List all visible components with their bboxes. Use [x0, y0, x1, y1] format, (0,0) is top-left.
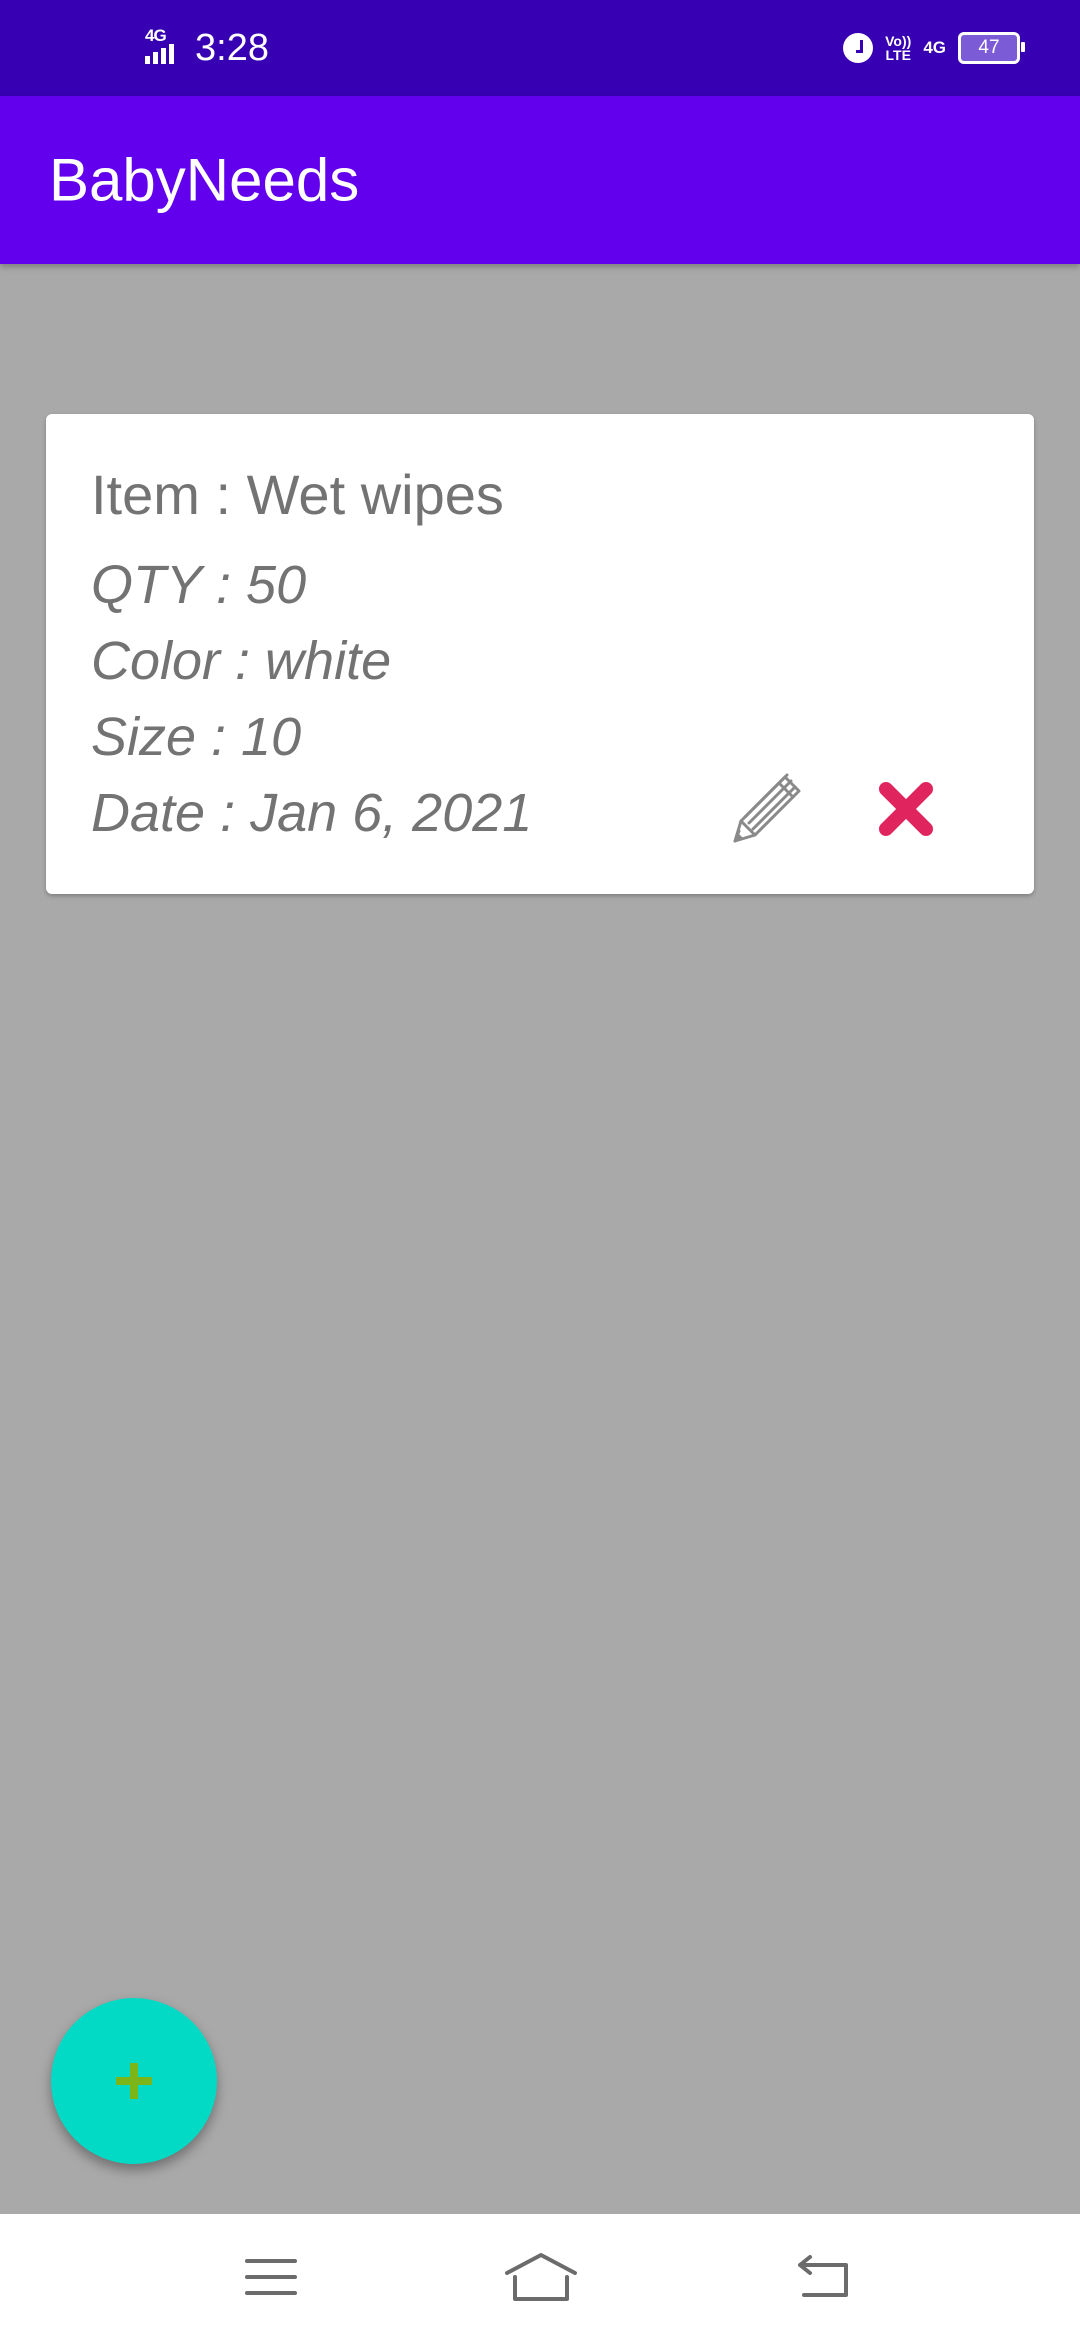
- item-size: Size : 10: [91, 707, 302, 767]
- item-name: Item : Wet wipes: [91, 463, 504, 526]
- volte-icon: Vo)) LTE: [885, 34, 911, 62]
- volte-line2: LTE: [885, 47, 911, 63]
- plus-icon: [116, 2063, 152, 2099]
- network-type-label: 4G: [145, 26, 167, 45]
- pencil-icon: [733, 773, 801, 843]
- signal-icon: 4G: [145, 26, 181, 68]
- status-right: Vo)) LTE 4G 47: [843, 0, 1025, 96]
- volte-line1: Vo)): [885, 33, 912, 49]
- status-time: 3:28: [195, 26, 269, 69]
- delete-item-button[interactable]: [861, 764, 951, 854]
- battery-icon: 47: [958, 32, 1025, 64]
- status-bar: 4G 3:28 Vo)) LTE 4G 47: [0, 0, 1080, 96]
- network-type-right: 4G: [923, 38, 946, 57]
- alarm-icon: [843, 33, 874, 63]
- item-qty: QTY : 50: [91, 555, 307, 615]
- status-left: 4G 3:28: [145, 0, 269, 96]
- edit-item-button[interactable]: [722, 764, 812, 854]
- app-bar: BabyNeeds: [0, 96, 1080, 264]
- menu-icon: [245, 2259, 297, 2295]
- battery-level: 47: [978, 37, 1000, 58]
- item-card: Item : Wet wipes QTY : 50 Color : white …: [46, 414, 1034, 894]
- close-icon: [879, 782, 933, 836]
- nav-home-button[interactable]: [481, 2214, 601, 2340]
- app-title: BabyNeeds: [49, 146, 360, 214]
- signal-bars: [145, 44, 174, 64]
- home-icon: [505, 2253, 577, 2301]
- add-item-button[interactable]: [51, 1998, 217, 2164]
- nav-back-button[interactable]: [764, 2214, 884, 2340]
- nav-menu-button[interactable]: [211, 2214, 331, 2340]
- item-date: Date : Jan 6, 2021: [91, 783, 533, 843]
- back-icon: [798, 2255, 848, 2297]
- system-nav-bar: [0, 2214, 1080, 2340]
- item-color: Color : white: [91, 631, 392, 691]
